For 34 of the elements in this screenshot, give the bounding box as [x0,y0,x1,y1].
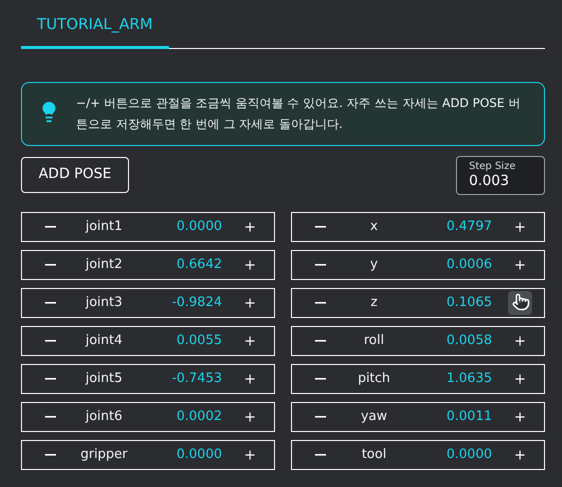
tab[interactable]: TUTORIAL_ARM [21,13,169,48]
field-label: Step Size [469,160,516,172]
row-label: joint6 [84,408,124,426]
row-label: joint3 [84,294,124,312]
row-value: 0.1065 [446,294,492,312]
row-label: tool [360,446,388,464]
row-value: 0.4797 [446,218,492,236]
row-value: 0.0055 [176,332,222,350]
row-value: 0.0000 [176,446,222,464]
row-value: 0.6642 [176,256,222,274]
row-label: gripper [79,446,129,464]
row-label: joint5 [84,370,124,388]
row-label: joint2 [84,256,124,274]
row-label: pitch [356,370,392,388]
row-label: z [370,294,378,312]
row-value: 0.0000 [446,446,492,464]
row-value: 1.0635 [446,370,492,388]
row-label: roll [362,332,386,350]
row-label: joint4 [84,332,124,350]
row-value: -0.7453 [170,370,222,388]
row-label: yaw [360,408,388,426]
row-value: 0.0000 [176,218,222,236]
row-value: 0.0058 [446,332,492,350]
info-text: −/+ 버튼으로 관절을 조금씩 움직여볼 수 있어요. 자주 쓰는 자세는 ADD POSE 버튼으로 저장해두면 한 번에 그 자세로 돌아갑니다. [76,94,522,132]
add-pose-button[interactable]: ADD POSE [21,156,129,192]
row-label: joint1 [84,218,124,236]
row-label: y [369,256,379,274]
row-label: x [369,218,379,236]
step-size-field[interactable]: Step Size 0.003 [456,156,545,194]
row-value: 0.0011 [446,408,492,426]
row-value: 0.0006 [446,256,492,274]
field-value: 0.003 [469,172,510,190]
row-value: -0.9824 [170,294,222,312]
row-value: 0.0002 [176,408,222,426]
